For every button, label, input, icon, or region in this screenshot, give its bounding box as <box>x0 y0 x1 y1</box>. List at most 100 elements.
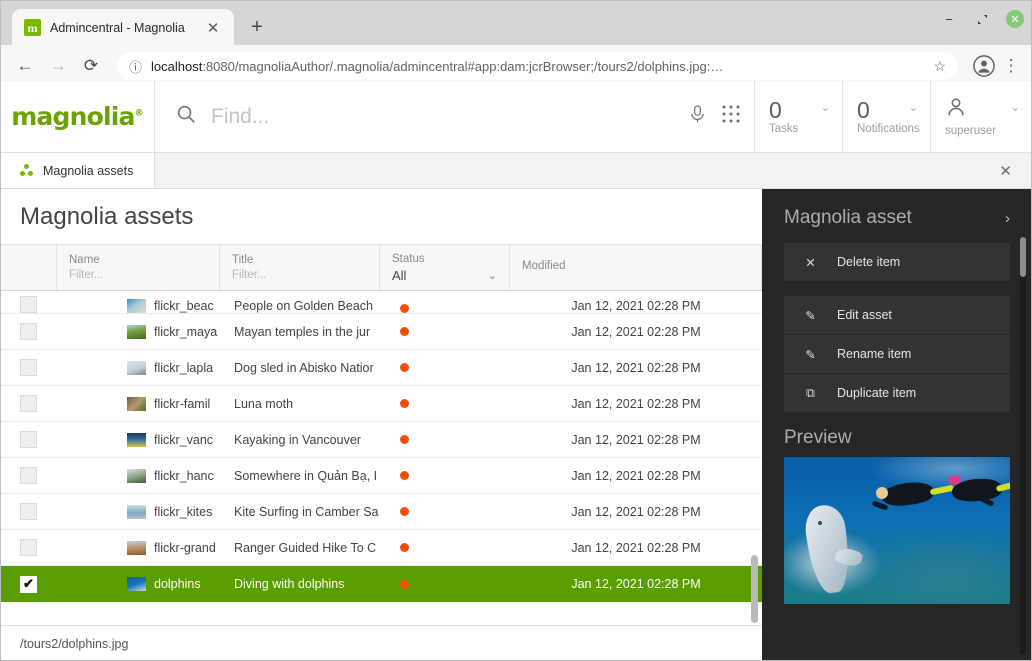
column-label: Modified <box>522 260 566 272</box>
new-tab-button[interactable]: + <box>246 16 268 38</box>
notifications-indicator[interactable]: 0 Notifications ⌄ <box>842 81 930 152</box>
profile-avatar-icon[interactable] <box>971 53 997 79</box>
row-checkbox-cell[interactable] <box>0 431 57 448</box>
minimize-icon[interactable]: − <box>940 10 958 28</box>
table-body: flickr_beac People on Golden Beach Jan 12,… <box>0 291 762 661</box>
name-filter-input[interactable]: Filter... <box>69 269 207 281</box>
table-row[interactable]: flickr_kites Kite Surfing in Camber Sa Jan… <box>0 494 762 530</box>
scrollbar-thumb[interactable] <box>751 555 758 623</box>
column-header-name[interactable]: Name Filter... <box>57 245 220 290</box>
row-checkbox[interactable]: ✔ <box>20 575 37 593</box>
row-checkbox[interactable] <box>20 539 37 556</box>
header-icon-group <box>675 81 754 152</box>
row-checkbox[interactable] <box>20 431 37 448</box>
forward-button[interactable]: → <box>43 51 73 81</box>
browser-menu-icon[interactable]: ⋮ <box>1000 56 1022 76</box>
title-filter-input[interactable]: Filter... <box>232 269 367 281</box>
asset-thumbnail-icon <box>127 360 146 375</box>
column-label: Title <box>232 254 254 266</box>
chevron-right-icon[interactable]: › <box>1005 210 1010 227</box>
column-header-modified[interactable]: Modified <box>510 245 762 290</box>
row-checkbox[interactable] <box>20 395 37 412</box>
asset-name: flickr_hanc <box>154 468 214 483</box>
app-tab-magnolia-assets[interactable]: Magnolia assets <box>0 153 155 188</box>
reload-button[interactable]: ⟳ <box>76 51 106 81</box>
row-title-cell: Mayan temples in the jur <box>234 324 371 339</box>
table-row[interactable]: flickr_maya Mayan temples in the jur Jan 1… <box>0 314 762 350</box>
address-bar[interactable]: ⓘ localhost:8080/magnoliaAuthor/.magnoli… <box>117 52 958 80</box>
app-content: Magnolia assets Name Filter... Title Fil… <box>0 189 1032 661</box>
status-badge <box>400 304 409 313</box>
microphone-icon[interactable] <box>689 104 706 130</box>
close-app-tab-icon[interactable]: ✕ <box>999 153 1012 189</box>
row-checkbox-cell[interactable] <box>0 467 57 484</box>
tasks-indicator[interactable]: 0 Tasks ⌄ <box>754 81 842 152</box>
magnolia-logo[interactable]: magnolia® <box>0 81 155 152</box>
table-row[interactable]: flickr_lapla Dog sled in Abisko Natior Jan… <box>0 350 762 386</box>
row-checkbox-cell[interactable] <box>0 539 57 556</box>
selected-asset-path: /tours2/dolphins.jpg <box>20 636 129 651</box>
row-checkbox[interactable] <box>20 359 37 376</box>
row-checkbox-cell[interactable] <box>0 359 57 376</box>
asset-thumbnail-icon <box>127 468 146 483</box>
user-name: superuser <box>945 125 997 137</box>
scrollbar-thumb[interactable] <box>1020 237 1026 277</box>
row-checkbox[interactable] <box>20 323 37 340</box>
browser-tabstrip: m Admincentral - Magnolia ✕ + − ✕ <box>0 0 1032 46</box>
browser-tab-title: Admincentral - Magnolia <box>50 20 185 35</box>
row-checkbox-cell[interactable] <box>0 323 57 340</box>
asset-thumbnail-icon <box>127 577 146 591</box>
user-menu[interactable]: superuser ⌄ <box>930 81 1032 152</box>
bookmark-star-icon[interactable]: ☆ <box>933 58 946 75</box>
dolphin-eye-shape <box>818 521 822 525</box>
table-row[interactable]: flickr_hanc Somewhere in Quản Bạ, I Jan 12… <box>0 458 762 494</box>
row-checkbox-cell[interactable] <box>0 296 57 313</box>
column-header-title[interactable]: Title Filter... <box>220 245 380 290</box>
row-checkbox[interactable] <box>20 296 37 313</box>
row-checkbox-cell[interactable] <box>0 395 57 412</box>
delete-item-button[interactable]: ✕ Delete item <box>784 243 1010 282</box>
global-search[interactable]: Find... <box>155 81 675 152</box>
apps-grid-icon[interactable] <box>722 105 740 128</box>
action-panel-scrollbar[interactable] <box>1020 237 1026 655</box>
table-row[interactable]: flickr_vanc Kayaking in Vancouver Jan 12, … <box>0 422 762 458</box>
duplicate-item-button[interactable]: ⧉ Duplicate item <box>784 374 1010 413</box>
select-all-column-header[interactable] <box>0 245 57 290</box>
notifications-count: 0 <box>857 96 870 123</box>
row-checkbox[interactable] <box>20 503 37 520</box>
row-status-cell <box>380 399 510 408</box>
chevron-down-icon[interactable]: ⌄ <box>821 101 830 114</box>
close-tab-icon[interactable]: ✕ <box>202 17 224 39</box>
row-name-cell: flickr_beac <box>57 299 220 313</box>
column-header-status[interactable]: Status All ⌄ <box>380 245 510 290</box>
rename-item-button[interactable]: ✎ Rename item <box>784 335 1010 374</box>
edit-asset-button[interactable]: ✎ Edit asset <box>784 296 1010 335</box>
close-window-icon[interactable]: ✕ <box>1006 10 1024 28</box>
table-row[interactable]: flickr_beac People on Golden Beach Jan 12,… <box>0 291 762 314</box>
chevron-down-icon[interactable]: ⌄ <box>1011 101 1020 114</box>
table-row[interactable]: flickr-famil Luna moth Jan 12, 2021 02:28 … <box>0 386 762 422</box>
site-info-icon[interactable]: ⓘ <box>129 57 142 76</box>
asset-thumbnail-icon <box>127 299 146 313</box>
row-checkbox[interactable] <box>20 467 37 484</box>
asset-name: flickr_vanc <box>154 432 214 447</box>
chevron-down-icon[interactable]: ⌄ <box>909 101 918 114</box>
browser-tab[interactable]: m Admincentral - Magnolia ✕ <box>12 9 234 46</box>
maximize-glyph <box>977 14 987 24</box>
row-name-cell: dolphins <box>57 577 220 591</box>
row-checkbox-cell[interactable]: ✔ <box>0 575 57 593</box>
status-filter-select[interactable]: All ⌄ <box>392 268 497 283</box>
table-row[interactable]: ✔ dolphins Diving with dolphins Jan 12, 202… <box>0 566 762 602</box>
search-input-placeholder[interactable]: Find... <box>211 105 269 129</box>
back-button[interactable]: ← <box>10 51 40 81</box>
table-row[interactable]: flickr-grand Ranger Guided Hike To C Jan 1… <box>0 530 762 566</box>
magnolia-header: magnolia® Find... 0 Tasks ⌄ 0 Notificati… <box>0 81 1032 153</box>
asset-thumbnail-icon <box>127 432 146 447</box>
action-panel-header: Magnolia asset › <box>762 189 1032 243</box>
row-checkbox-cell[interactable] <box>0 503 57 520</box>
maximize-icon[interactable] <box>973 10 991 28</box>
row-name-cell: flickr-famil <box>57 396 220 411</box>
row-modified-cell: Jan 12, 2021 02:28 PM <box>571 540 701 555</box>
app-viewport: magnolia® Find... 0 Tasks ⌄ 0 Notificati… <box>0 81 1032 661</box>
table-vertical-scrollbar[interactable] <box>751 291 758 637</box>
